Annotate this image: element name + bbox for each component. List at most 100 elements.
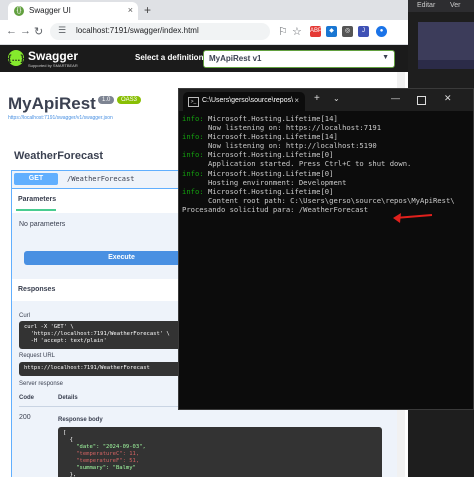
server-response-label: Server response	[19, 381, 64, 387]
profile-avatar-icon[interactable]: ●	[376, 26, 387, 37]
tab-parameters[interactable]: Parameters	[18, 196, 56, 203]
terminal-line: info: Microsoft.Hosting.Lifetime[0]	[182, 187, 472, 196]
terminal-line: info: Microsoft.Hosting.Lifetime[14]	[182, 114, 472, 123]
terminal-output[interactable]: info: Microsoft.Hosting.Lifetime[14] Now…	[182, 114, 472, 404]
code-header: Code	[19, 395, 34, 401]
response-body-code[interactable]: [ { "date": "2024-09-03", "temperatureC"…	[58, 427, 382, 477]
extension-icon[interactable]: ◆	[326, 26, 337, 37]
swagger-brand: Swagger	[28, 49, 79, 63]
response-body-label: Response body	[58, 417, 103, 423]
terminal-line: Hosting environment: Development	[182, 178, 472, 187]
log-text: Microsoft.Hosting.Lifetime[0]	[203, 168, 334, 178]
log-text: Now listening on: https://localhost:7191	[182, 123, 382, 133]
log-text: Microsoft.Hosting.Lifetime[14]	[203, 114, 338, 123]
section-title[interactable]: WeatherForecast	[14, 150, 103, 162]
log-text: Procesando solicitud para: /WeatherForec…	[182, 204, 369, 214]
terminal-tab-title: C:\Users\gerso\source\repos\	[202, 97, 294, 104]
terminal-line: info: Microsoft.Hosting.Lifetime[0]	[182, 169, 472, 178]
extension-icon[interactable]: ◎	[342, 26, 353, 37]
log-text: Now listening on: http://localhost:5190	[182, 141, 377, 151]
definition-label: Select a definition	[135, 53, 204, 62]
extension-icon[interactable]: ABP	[310, 26, 322, 37]
terminal-line: Content root path: C:\Users\gerso\source…	[182, 196, 472, 205]
terminal-icon: >_	[188, 97, 199, 107]
ide-panel	[418, 22, 474, 60]
ide-menu-bar: Editar Ver	[405, 0, 474, 12]
log-text: Microsoft.Hosting.Lifetime[14]	[203, 132, 338, 142]
status-code: 200	[19, 414, 31, 421]
terminal-tab[interactable]: >_ C:\Users\gerso\source\repos\ ×	[183, 92, 305, 111]
definition-select[interactable]: MyApiRest v1 ▼	[203, 50, 395, 68]
log-level: info:	[182, 186, 204, 196]
close-icon[interactable]: ×	[128, 5, 133, 15]
terminal-line: Application started. Press Ctrl+C to shu…	[182, 159, 472, 168]
maximize-icon[interactable]	[417, 96, 426, 105]
terminal-line: info: Microsoft.Hosting.Lifetime[14]	[182, 132, 472, 141]
log-level: info:	[182, 114, 204, 123]
body-line: [	[63, 430, 67, 436]
body-line: "summary": "Balmy"	[63, 465, 136, 471]
new-tab-button[interactable]: +	[144, 3, 151, 17]
address-url: localhost:7191/swagger/index.html	[76, 26, 199, 35]
swagger-favicon-icon: {}	[14, 6, 24, 16]
definition-value: MyApiRest v1	[209, 54, 262, 63]
log-text: Content root path: C:\Users\gerso\source…	[182, 195, 455, 205]
no-parameters-text: No parameters	[19, 221, 66, 228]
new-tab-button[interactable]: +	[314, 93, 320, 104]
ide-menu-item[interactable]: Editar	[417, 2, 435, 9]
body-line: },	[63, 472, 77, 477]
arrow-left-icon[interactable]: ←	[6, 25, 17, 37]
log-level: info:	[182, 150, 204, 160]
responses-title: Responses	[18, 286, 56, 293]
minimize-icon[interactable]: —	[391, 93, 400, 103]
browser-tab[interactable]: {} Swagger UI ×	[8, 2, 138, 20]
terminal-line: Now listening on: http://localhost:5190	[182, 141, 472, 150]
ide-menu-item[interactable]: Ver	[450, 2, 461, 9]
request-url-label: Request URL	[19, 353, 56, 359]
spec-link[interactable]: https://localhost:7191/swagger/v1/swagge…	[8, 115, 113, 121]
body-line: "date": "2024-09-03",	[63, 444, 146, 450]
log-level: info:	[182, 168, 204, 178]
chevron-down-icon[interactable]: ⌄	[333, 94, 340, 103]
log-text: Microsoft.Hosting.Lifetime[0]	[203, 186, 334, 196]
tab-underline	[16, 209, 56, 211]
browser-toolbar: ← → ↻ ☰ localhost:7191/swagger/index.htm…	[0, 20, 408, 45]
close-icon[interactable]: ×	[294, 96, 299, 105]
terminal-line: Now listening on: https://localhost:7191	[182, 123, 472, 132]
swagger-topbar: {…} Swagger Supported by SMARTBEAR Selec…	[0, 45, 408, 72]
oas-badge: OAS3	[117, 96, 142, 104]
curl-label: Curl	[19, 313, 31, 319]
curl-line: -H 'accept: text/plain'	[24, 338, 107, 344]
log-text: Hosting environment: Development	[182, 177, 347, 187]
details-header: Details	[58, 395, 78, 401]
site-info-icon[interactable]: ☰	[58, 25, 66, 36]
log-text: Microsoft.Hosting.Lifetime[0]	[203, 150, 334, 160]
method-badge: GET	[14, 173, 58, 185]
chevron-down-icon: ▼	[382, 54, 389, 61]
swagger-logo-icon: {…}	[8, 50, 24, 66]
body-line: "temperatureC": 11,	[63, 451, 140, 457]
swagger-brand-sub: Supported by SMARTBEAR	[28, 63, 78, 68]
request-url: https://localhost:7191/WeatherForecast	[24, 365, 150, 371]
terminal-window: >_ C:\Users\gerso\source\repos\ × + ⌄ — …	[178, 88, 474, 410]
address-bar[interactable]: ☰ localhost:7191/swagger/index.html	[50, 23, 270, 40]
bookmark-star-icon[interactable]: ☆	[292, 25, 302, 38]
log-level: info:	[182, 132, 204, 142]
translate-icon[interactable]: ⚐	[278, 25, 288, 38]
browser-tab-title: Swagger UI	[29, 6, 71, 15]
terminal-line: info: Microsoft.Hosting.Lifetime[0]	[182, 150, 472, 159]
tab-strip: {} Swagger UI × +	[0, 0, 408, 20]
body-line: {	[63, 437, 73, 443]
arrow-right-icon[interactable]: →	[20, 25, 31, 37]
close-window-icon[interactable]: ✕	[444, 93, 452, 104]
ide-tab[interactable]	[418, 60, 474, 69]
annotation-arrow-icon	[393, 213, 433, 223]
body-line: "temperatureF": 51,	[63, 458, 140, 464]
curl-line: curl -X 'GET' \	[24, 324, 74, 330]
log-text: Application started. Press Ctrl+C to shu…	[182, 159, 412, 169]
extension-icon[interactable]: J	[358, 26, 369, 37]
operation-path: /WeatherForecast	[67, 175, 135, 183]
curl-line: 'https://localhost:7191/WeatherForecast'…	[24, 331, 170, 337]
reload-icon[interactable]: ↻	[34, 25, 43, 38]
terminal-titlebar: >_ C:\Users\gerso\source\repos\ × + ⌄ — …	[179, 89, 473, 111]
